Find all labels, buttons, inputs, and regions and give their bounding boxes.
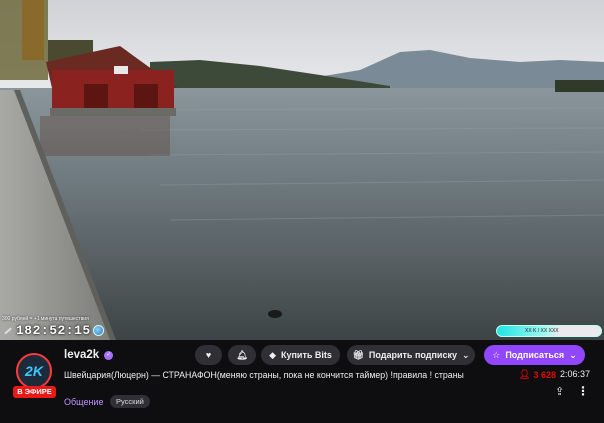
video-player[interactable]: 300 рублей = +1 минута путешествия 182:5… (0, 0, 604, 340)
stream-uptime: 2:06:37 (560, 369, 591, 379)
goal-text: XX K / XX XXX (525, 328, 559, 334)
notifications-button[interactable]: 🔔︎ (228, 345, 256, 365)
live-badge: В ЭФИРЕ (13, 386, 56, 398)
gift-icon: 🎁︎ (352, 349, 364, 360)
buy-bits-label: Купить Bits (281, 350, 332, 360)
stream-timer-widget: 182:52:15 (4, 323, 104, 338)
avatar-logo-text: 2K (25, 363, 43, 379)
chevron-down-icon: ⌄ (461, 349, 470, 360)
goal-progress-bar: XX K / XX XXX (496, 325, 602, 337)
bits-icon: ◆ (269, 349, 276, 360)
gift-subscription-label: Подарить подписку (368, 350, 457, 360)
category-link[interactable]: Общение (64, 397, 103, 407)
verified-icon: ✓ (104, 350, 114, 360)
more-options-icon[interactable]: ⋮ (577, 384, 589, 398)
subscribe-button[interactable]: ☆ Подписаться ⌄ (484, 345, 585, 365)
stream-title: Швейцария(Люцерн) — СТРАНАФОН(меняю стра… (64, 370, 464, 380)
follow-button[interactable]: ♥ (195, 345, 222, 365)
avatar[interactable]: 2K (16, 353, 52, 389)
language-tag[interactable]: Русский (110, 395, 150, 408)
heart-icon: ♥ (205, 349, 212, 360)
viewer-count-value: 3 628 (533, 369, 556, 380)
gift-subscription-button[interactable]: 🎁︎ Подарить подписку ⌄ (347, 345, 475, 365)
subscribe-label: Подписаться (505, 350, 565, 360)
share-icon[interactable]: ⇪ (555, 385, 564, 398)
star-icon: ☆ (492, 349, 501, 360)
donation-info-text: 300 рублей = +1 минута путешествия (2, 316, 89, 322)
stream-timer: 182:52:15 (16, 323, 91, 338)
lake-scene (0, 0, 604, 340)
pen-icon (4, 327, 12, 334)
channel-name-row[interactable]: leva2k ✓ (64, 349, 114, 361)
viewer-count: 👤︎ 3 628 (519, 369, 556, 380)
globe-icon (92, 325, 104, 336)
bell-icon: 🔔︎ (236, 349, 248, 360)
viewer-person-icon: 👤︎ (519, 369, 531, 379)
buy-bits-button[interactable]: ◆ Купить Bits (261, 345, 340, 365)
chevron-down-icon: ⌄ (569, 349, 577, 360)
channel-name[interactable]: leva2k (64, 349, 99, 361)
